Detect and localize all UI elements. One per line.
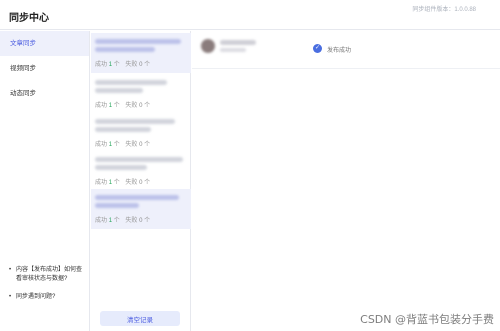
blurred-account-info — [220, 48, 246, 52]
unit: 个 — [113, 218, 120, 224]
success-label: 成功 — [95, 142, 108, 148]
watermark: CSDN @背蓝书包装分手费 — [360, 313, 494, 326]
fail-count: 0 — [139, 218, 143, 224]
check-circle-icon: ✓ — [313, 44, 322, 53]
record-card[interactable]: 成功 1 个 失败 0 个 — [91, 189, 191, 229]
blurred-title — [95, 88, 143, 93]
fail-label: 失败 — [125, 218, 138, 224]
success-count: 1 — [108, 103, 113, 109]
blurred-title — [95, 195, 179, 200]
success-count: 1 — [108, 62, 113, 68]
fail-count: 0 — [139, 103, 143, 109]
success-count: 1 — [108, 180, 113, 186]
record-stats: 成功 1 个 失败 0 个 — [95, 59, 150, 68]
record-stats: 成功 1 个 失败 0 个 — [95, 215, 150, 224]
sidebar: 文章同步 视频同步 动态同步 • 内容【发布成功】如何查看审核状态与数据? • … — [0, 31, 90, 331]
record-stats: 成功 1 个 失败 0 个 — [95, 177, 150, 186]
unit: 个 — [113, 62, 120, 68]
record-card[interactable]: 成功 1 个 失败 0 个 — [91, 74, 191, 114]
title-bar: 同步中心 同步组件版本：1.0.0.88 — [0, 0, 500, 30]
component-version: 同步组件版本：1.0.0.88 — [412, 7, 476, 13]
blurred-title — [95, 127, 151, 132]
unit: 个 — [113, 180, 120, 186]
blurred-title — [95, 39, 181, 44]
blurred-title — [95, 119, 175, 124]
fail-label: 失败 — [125, 180, 138, 186]
success-count: 1 — [108, 218, 113, 224]
success-label: 成功 — [95, 62, 108, 68]
unit: 个 — [144, 218, 151, 224]
bullet: • — [9, 294, 12, 300]
unit: 个 — [113, 103, 120, 109]
record-stats: 成功 1 个 失败 0 个 — [95, 139, 150, 148]
record-stats: 成功 1 个 失败 0 个 — [95, 100, 150, 109]
blurred-title — [95, 47, 155, 52]
sync-record-list: 成功 1 个 失败 0 个 成功 1 个 失败 0 个 成功 1 个 失败 0 … — [91, 31, 191, 331]
bullet: • — [9, 267, 12, 273]
detail-pane: ✓ 发布成功 — [192, 31, 500, 331]
record-card[interactable]: 成功 1 个 失败 0 个 — [91, 33, 191, 73]
success-label: 成功 — [95, 218, 108, 224]
avatar — [201, 39, 215, 53]
fail-count: 0 — [139, 62, 143, 68]
record-card[interactable]: 成功 1 个 失败 0 个 — [91, 151, 191, 191]
blurred-title — [95, 203, 139, 208]
success-count: 1 — [108, 142, 113, 148]
success-label: 成功 — [95, 180, 108, 186]
help-link-text: 内容【发布成功】如何查看审核状态与数据? — [16, 267, 83, 282]
blurred-title — [95, 165, 147, 170]
clear-records-button[interactable]: 清空记录 — [100, 311, 180, 326]
help-link-review-status[interactable]: • 内容【发布成功】如何查看审核状态与数据? — [9, 266, 87, 284]
sidebar-item-videos[interactable]: 视频同步 — [0, 56, 89, 81]
divider — [192, 68, 500, 69]
help-link-text: 同步遇到问题? — [16, 294, 56, 300]
unit: 个 — [144, 62, 151, 68]
unit: 个 — [144, 142, 151, 148]
blurred-title — [95, 80, 167, 85]
fail-count: 0 — [139, 142, 143, 148]
sidebar-item-articles[interactable]: 文章同步 — [0, 31, 89, 56]
blurred-title — [95, 157, 183, 162]
unit: 个 — [144, 180, 151, 186]
blurred-account-name — [220, 40, 256, 45]
fail-label: 失败 — [125, 62, 138, 68]
fail-count: 0 — [139, 180, 143, 186]
sidebar-item-posts[interactable]: 动态同步 — [0, 81, 89, 106]
success-label: 成功 — [95, 103, 108, 109]
fail-label: 失败 — [125, 142, 138, 148]
record-card[interactable]: 成功 1 个 失败 0 个 — [91, 113, 191, 153]
fail-label: 失败 — [125, 103, 138, 109]
window-title: 同步中心 — [9, 13, 49, 24]
unit: 个 — [144, 103, 151, 109]
unit: 个 — [113, 142, 120, 148]
help-link-sync-problem[interactable]: • 同步遇到问题? — [9, 293, 87, 302]
publish-status: 发布成功 — [327, 48, 352, 54]
